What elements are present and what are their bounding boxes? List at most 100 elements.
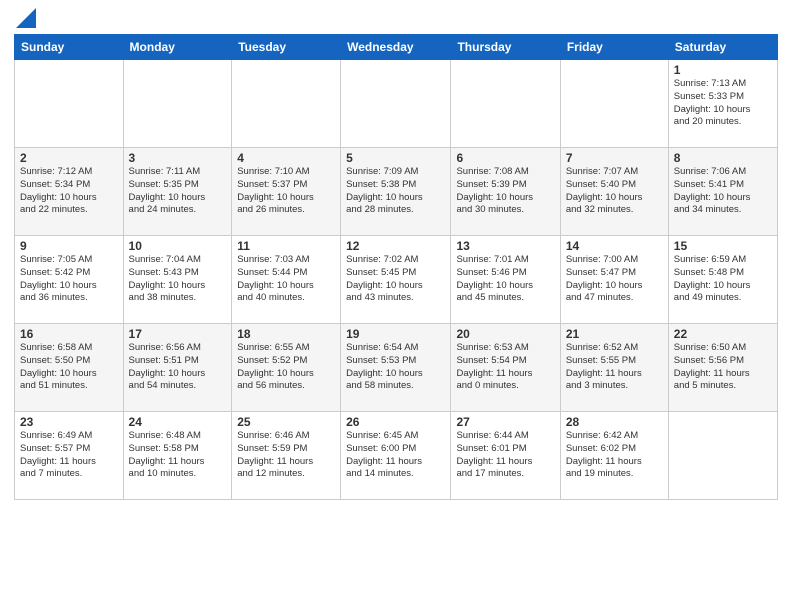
calendar-cell: 21Sunrise: 6:52 AM Sunset: 5:55 PM Dayli… [560, 324, 668, 412]
day-info: Sunrise: 7:07 AM Sunset: 5:40 PM Dayligh… [566, 166, 663, 217]
day-number: 24 [129, 415, 227, 429]
day-number: 8 [674, 151, 772, 165]
calendar-cell: 11Sunrise: 7:03 AM Sunset: 5:44 PM Dayli… [232, 236, 341, 324]
calendar-cell [668, 412, 777, 500]
calendar-cell: 6Sunrise: 7:08 AM Sunset: 5:39 PM Daylig… [451, 148, 560, 236]
calendar-cell: 26Sunrise: 6:45 AM Sunset: 6:00 PM Dayli… [341, 412, 451, 500]
calendar-cell: 2Sunrise: 7:12 AM Sunset: 5:34 PM Daylig… [15, 148, 124, 236]
day-number: 21 [566, 327, 663, 341]
calendar-week-row: 9Sunrise: 7:05 AM Sunset: 5:42 PM Daylig… [15, 236, 778, 324]
calendar-cell: 14Sunrise: 7:00 AM Sunset: 5:47 PM Dayli… [560, 236, 668, 324]
day-info: Sunrise: 6:42 AM Sunset: 6:02 PM Dayligh… [566, 430, 663, 481]
day-number: 9 [20, 239, 118, 253]
day-number: 2 [20, 151, 118, 165]
calendar-cell: 22Sunrise: 6:50 AM Sunset: 5:56 PM Dayli… [668, 324, 777, 412]
calendar-cell: 27Sunrise: 6:44 AM Sunset: 6:01 PM Dayli… [451, 412, 560, 500]
day-number: 1 [674, 63, 772, 77]
day-info: Sunrise: 7:06 AM Sunset: 5:41 PM Dayligh… [674, 166, 772, 217]
calendar-cell: 10Sunrise: 7:04 AM Sunset: 5:43 PM Dayli… [123, 236, 232, 324]
day-info: Sunrise: 6:52 AM Sunset: 5:55 PM Dayligh… [566, 342, 663, 393]
calendar-cell [560, 60, 668, 148]
day-info: Sunrise: 6:44 AM Sunset: 6:01 PM Dayligh… [456, 430, 554, 481]
calendar-cell: 18Sunrise: 6:55 AM Sunset: 5:52 PM Dayli… [232, 324, 341, 412]
day-info: Sunrise: 7:12 AM Sunset: 5:34 PM Dayligh… [20, 166, 118, 217]
day-number: 15 [674, 239, 772, 253]
calendar-cell: 13Sunrise: 7:01 AM Sunset: 5:46 PM Dayli… [451, 236, 560, 324]
day-info: Sunrise: 7:11 AM Sunset: 5:35 PM Dayligh… [129, 166, 227, 217]
day-info: Sunrise: 7:00 AM Sunset: 5:47 PM Dayligh… [566, 254, 663, 305]
day-number: 13 [456, 239, 554, 253]
day-number: 25 [237, 415, 335, 429]
day-info: Sunrise: 6:48 AM Sunset: 5:58 PM Dayligh… [129, 430, 227, 481]
weekday-header-thursday: Thursday [451, 35, 560, 60]
day-number: 5 [346, 151, 445, 165]
calendar-cell: 12Sunrise: 7:02 AM Sunset: 5:45 PM Dayli… [341, 236, 451, 324]
day-number: 16 [20, 327, 118, 341]
calendar-cell [15, 60, 124, 148]
day-info: Sunrise: 7:10 AM Sunset: 5:37 PM Dayligh… [237, 166, 335, 217]
day-info: Sunrise: 6:56 AM Sunset: 5:51 PM Dayligh… [129, 342, 227, 393]
calendar-cell: 17Sunrise: 6:56 AM Sunset: 5:51 PM Dayli… [123, 324, 232, 412]
calendar-cell: 1Sunrise: 7:13 AM Sunset: 5:33 PM Daylig… [668, 60, 777, 148]
weekday-header-saturday: Saturday [668, 35, 777, 60]
day-number: 6 [456, 151, 554, 165]
day-number: 18 [237, 327, 335, 341]
calendar-week-row: 2Sunrise: 7:12 AM Sunset: 5:34 PM Daylig… [15, 148, 778, 236]
calendar-week-row: 1Sunrise: 7:13 AM Sunset: 5:33 PM Daylig… [15, 60, 778, 148]
day-info: Sunrise: 7:04 AM Sunset: 5:43 PM Dayligh… [129, 254, 227, 305]
calendar-cell: 7Sunrise: 7:07 AM Sunset: 5:40 PM Daylig… [560, 148, 668, 236]
calendar-week-row: 16Sunrise: 6:58 AM Sunset: 5:50 PM Dayli… [15, 324, 778, 412]
calendar-cell: 15Sunrise: 6:59 AM Sunset: 5:48 PM Dayli… [668, 236, 777, 324]
calendar-cell: 23Sunrise: 6:49 AM Sunset: 5:57 PM Dayli… [15, 412, 124, 500]
calendar-cell: 19Sunrise: 6:54 AM Sunset: 5:53 PM Dayli… [341, 324, 451, 412]
calendar-cell [232, 60, 341, 148]
calendar-cell [341, 60, 451, 148]
day-number: 10 [129, 239, 227, 253]
day-info: Sunrise: 6:50 AM Sunset: 5:56 PM Dayligh… [674, 342, 772, 393]
calendar-cell [123, 60, 232, 148]
day-info: Sunrise: 6:55 AM Sunset: 5:52 PM Dayligh… [237, 342, 335, 393]
day-number: 11 [237, 239, 335, 253]
calendar-cell: 9Sunrise: 7:05 AM Sunset: 5:42 PM Daylig… [15, 236, 124, 324]
weekday-header-wednesday: Wednesday [341, 35, 451, 60]
calendar: SundayMondayTuesdayWednesdayThursdayFrid… [14, 34, 778, 500]
day-number: 7 [566, 151, 663, 165]
day-info: Sunrise: 6:49 AM Sunset: 5:57 PM Dayligh… [20, 430, 118, 481]
day-info: Sunrise: 7:05 AM Sunset: 5:42 PM Dayligh… [20, 254, 118, 305]
day-number: 17 [129, 327, 227, 341]
day-info: Sunrise: 6:53 AM Sunset: 5:54 PM Dayligh… [456, 342, 554, 393]
day-info: Sunrise: 7:13 AM Sunset: 5:33 PM Dayligh… [674, 78, 772, 129]
calendar-cell: 3Sunrise: 7:11 AM Sunset: 5:35 PM Daylig… [123, 148, 232, 236]
calendar-cell: 4Sunrise: 7:10 AM Sunset: 5:37 PM Daylig… [232, 148, 341, 236]
day-number: 4 [237, 151, 335, 165]
day-number: 12 [346, 239, 445, 253]
day-number: 26 [346, 415, 445, 429]
day-info: Sunrise: 6:58 AM Sunset: 5:50 PM Dayligh… [20, 342, 118, 393]
weekday-header-sunday: Sunday [15, 35, 124, 60]
day-number: 3 [129, 151, 227, 165]
day-number: 23 [20, 415, 118, 429]
day-number: 20 [456, 327, 554, 341]
day-info: Sunrise: 7:08 AM Sunset: 5:39 PM Dayligh… [456, 166, 554, 217]
day-info: Sunrise: 7:09 AM Sunset: 5:38 PM Dayligh… [346, 166, 445, 217]
calendar-cell: 20Sunrise: 6:53 AM Sunset: 5:54 PM Dayli… [451, 324, 560, 412]
day-number: 28 [566, 415, 663, 429]
calendar-cell: 5Sunrise: 7:09 AM Sunset: 5:38 PM Daylig… [341, 148, 451, 236]
calendar-cell: 16Sunrise: 6:58 AM Sunset: 5:50 PM Dayli… [15, 324, 124, 412]
day-info: Sunrise: 7:03 AM Sunset: 5:44 PM Dayligh… [237, 254, 335, 305]
day-info: Sunrise: 6:46 AM Sunset: 5:59 PM Dayligh… [237, 430, 335, 481]
calendar-cell: 25Sunrise: 6:46 AM Sunset: 5:59 PM Dayli… [232, 412, 341, 500]
day-info: Sunrise: 6:54 AM Sunset: 5:53 PM Dayligh… [346, 342, 445, 393]
day-number: 19 [346, 327, 445, 341]
weekday-header-friday: Friday [560, 35, 668, 60]
page: SundayMondayTuesdayWednesdayThursdayFrid… [0, 0, 792, 510]
weekday-header-tuesday: Tuesday [232, 35, 341, 60]
calendar-cell: 8Sunrise: 7:06 AM Sunset: 5:41 PM Daylig… [668, 148, 777, 236]
day-info: Sunrise: 6:59 AM Sunset: 5:48 PM Dayligh… [674, 254, 772, 305]
calendar-week-row: 23Sunrise: 6:49 AM Sunset: 5:57 PM Dayli… [15, 412, 778, 500]
calendar-cell [451, 60, 560, 148]
calendar-cell: 28Sunrise: 6:42 AM Sunset: 6:02 PM Dayli… [560, 412, 668, 500]
day-info: Sunrise: 7:01 AM Sunset: 5:46 PM Dayligh… [456, 254, 554, 305]
day-number: 14 [566, 239, 663, 253]
header [14, 10, 778, 28]
